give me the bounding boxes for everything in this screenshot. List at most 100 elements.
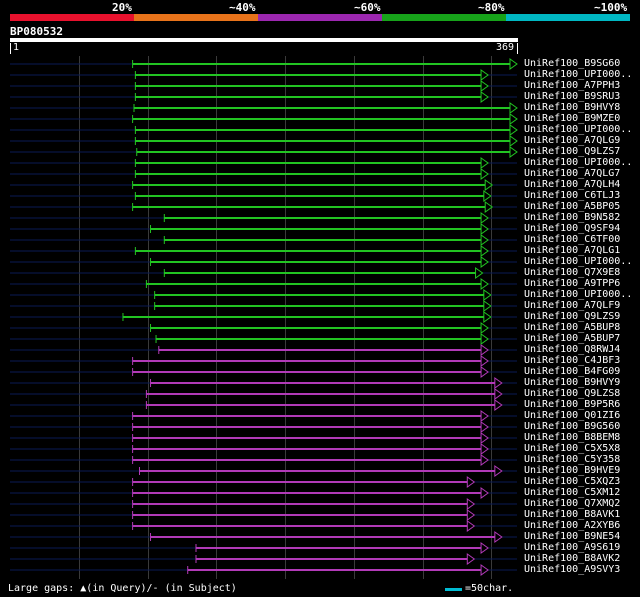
hit-arrow-icon (509, 124, 518, 136)
hit-link[interactable]: UniRef100_B8AVK1 (524, 509, 620, 520)
hit-link[interactable]: UniRef100_C4JBF3 (524, 355, 620, 366)
hit-link[interactable]: UniRef100_B9SG60 (524, 58, 620, 69)
hit-arrow-icon (483, 311, 492, 323)
hit-link[interactable]: UniRef100_B9MZE0 (524, 113, 620, 124)
hit-arrow-icon (484, 179, 494, 191)
hit-link[interactable]: UniRef100_UPI000.. (524, 157, 632, 168)
hit-arrow-icon (480, 410, 489, 422)
subject-gap-label: - (in Subject) (152, 583, 237, 594)
hit-link[interactable]: UniRef100_B9NE54 (524, 531, 620, 542)
hit-arrow-icon (480, 432, 489, 444)
hit-arrow-icon (509, 135, 518, 147)
hit-link[interactable]: UniRef100_A7QLG9 (524, 135, 620, 146)
hit-arrow-icon (466, 553, 476, 565)
hit-arrow-icon (480, 487, 489, 499)
hit-arrow-icon (494, 388, 503, 400)
hit-link[interactable]: UniRef100_C6TF00 (524, 234, 620, 245)
hit-arrow-icon (480, 344, 489, 356)
hit-arrow-icon (466, 509, 476, 521)
hit-arrow-icon (480, 542, 489, 554)
hit-arrow-icon (480, 91, 489, 103)
hit-arrow-icon (509, 113, 518, 125)
hit-link[interactable]: UniRef100_A9TPP6 (524, 278, 620, 289)
scale-label: =50char. (465, 583, 514, 594)
hit-link[interactable]: UniRef100_A5BP05 (524, 201, 620, 212)
hit-link[interactable]: UniRef100_Q9LZS9 (524, 311, 620, 322)
hit-link[interactable]: UniRef100_Q8RWJ4 (524, 344, 620, 355)
hit-link[interactable]: UniRef100_C5X5X8 (524, 443, 620, 454)
query-gap-label: (in Query)/ (86, 583, 153, 594)
hit-link[interactable]: UniRef100_A7QLG1 (524, 245, 620, 256)
hit-link[interactable]: UniRef100_UPI000.. (524, 256, 632, 267)
hit-link[interactable]: UniRef100_Q01ZI6 (524, 410, 620, 421)
hit-link[interactable]: UniRef100_Q9LZS8 (524, 388, 620, 399)
hit-arrow-icon (480, 322, 489, 334)
hit-arrow-icon (480, 245, 489, 257)
hit-link[interactable]: UniRef100_B4FG09 (524, 366, 620, 377)
hit-link[interactable]: UniRef100_A7PPH3 (524, 80, 620, 91)
hit-arrow-icon (509, 58, 518, 70)
hit-link[interactable]: UniRef100_B9SRU3 (524, 91, 620, 102)
gaps-legend-label: Large gaps: (8, 583, 75, 594)
hit-link[interactable]: UniRef100_C5XQZ3 (524, 476, 620, 487)
hit-arrow-icon (480, 69, 489, 81)
hit-arrow-icon (494, 399, 503, 411)
hit-link[interactable]: UniRef100_B8BEM8 (524, 432, 620, 443)
hit-link[interactable]: UniRef100_Q9SF94 (524, 223, 620, 234)
hit-arrow-icon (509, 146, 518, 158)
hit-link[interactable]: UniRef100_Q7X9E8 (524, 267, 620, 278)
hit-link[interactable]: UniRef100_C6TLJ3 (524, 190, 620, 201)
hit-arrow-icon (466, 520, 476, 532)
hit-arrow-icon (480, 443, 489, 455)
hit-link[interactable]: UniRef100_A5BUP8 (524, 322, 620, 333)
hit-arrow-icon (480, 366, 489, 378)
hit-arrow-icon (483, 190, 492, 202)
hit-link[interactable]: UniRef100_Q9LZS7 (524, 146, 620, 157)
hit-link[interactable]: UniRef100_B8AVK2 (524, 553, 620, 564)
hit-link[interactable]: UniRef100_UPI000.. (524, 289, 632, 300)
hit-arrow-icon (466, 498, 476, 510)
hit-arrow-icon (484, 201, 494, 213)
hit-arrow-icon (480, 157, 489, 169)
hit-arrow-icon (480, 355, 489, 367)
hit-arrow-icon (483, 289, 492, 301)
hit-arrow-icon (480, 223, 489, 235)
hit-link[interactable]: UniRef100_B9HVY9 (524, 377, 620, 388)
hit-arrow-icon (480, 234, 489, 246)
hit-link[interactable]: UniRef100_A7QLF9 (524, 300, 620, 311)
hit-arrow-icon (480, 564, 489, 576)
hit-link[interactable]: UniRef100_B9HVY8 (524, 102, 620, 113)
hit-arrow-icon (480, 212, 489, 224)
hit-link[interactable]: UniRef100_B9N582 (524, 212, 620, 223)
hit-link[interactable]: UniRef100_A9SVY3 (524, 564, 620, 575)
hit-arrow-icon (494, 465, 503, 477)
scale-swatch (445, 588, 462, 591)
hit-arrow-icon (475, 267, 484, 279)
gaps-legend: Large gaps: ▲(in Query)/- (in Subject) (8, 583, 237, 594)
hit-arrow-icon (466, 476, 476, 488)
hit-link[interactable]: UniRef100_Q7XMQ2 (524, 498, 620, 509)
hit-link[interactable]: UniRef100_B9G560 (524, 421, 620, 432)
hit-arrow-icon (494, 377, 503, 389)
hit-link[interactable]: UniRef100_C5Y358 (524, 454, 620, 465)
hit-arrow-icon (483, 300, 492, 312)
hit-arrow-icon (480, 421, 489, 433)
hit-link[interactable]: UniRef100_UPI000.. (524, 124, 632, 135)
hit-arrow-icon (480, 454, 489, 466)
hit-link[interactable]: UniRef100_C5XM12 (524, 487, 620, 498)
hit-arrow-icon (480, 256, 489, 268)
hit-link[interactable]: UniRef100_A7QLH4 (524, 179, 620, 190)
hit-arrow-icon (480, 80, 489, 92)
hit-arrow-icon (494, 531, 503, 543)
hit-arrow-icon (480, 278, 489, 290)
hit-link[interactable]: UniRef100_UPI000.. (524, 69, 632, 80)
hit-link[interactable]: UniRef100_A9S619 (524, 542, 620, 553)
hit-link[interactable]: UniRef100_B9P5R6 (524, 399, 620, 410)
hit-arrow-icon (480, 168, 489, 180)
hit-arrow-icon (509, 102, 518, 114)
hit-link[interactable]: UniRef100_B9HVE9 (524, 465, 620, 476)
hit-link[interactable]: UniRef100_A7QLG7 (524, 168, 620, 179)
hit-link[interactable]: UniRef100_A2XYB6 (524, 520, 620, 531)
hit-link[interactable]: UniRef100_A5BUP7 (524, 333, 620, 344)
hit-arrow-icon (480, 333, 489, 345)
